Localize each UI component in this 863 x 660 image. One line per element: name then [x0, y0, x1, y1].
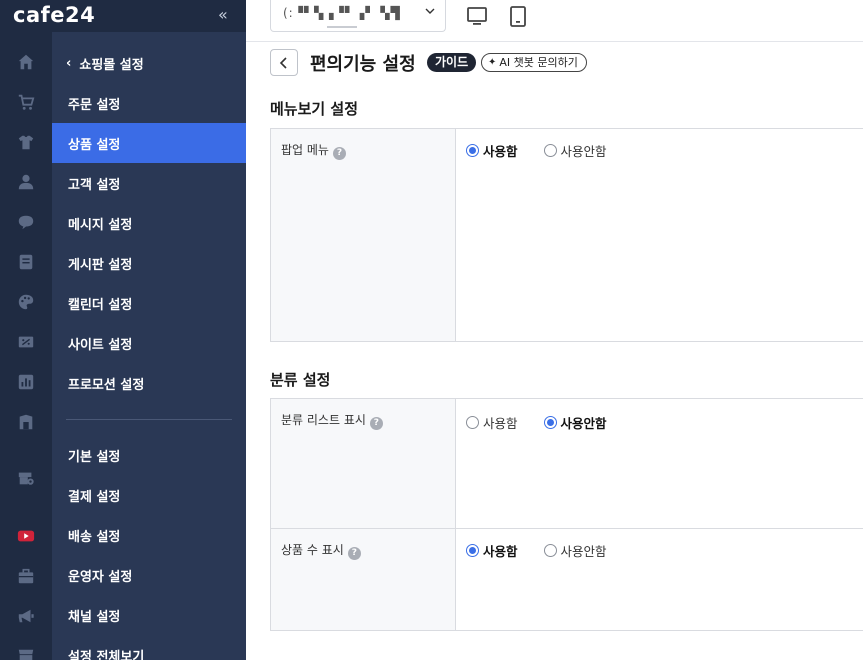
help-icon[interactable]: ?: [347, 547, 361, 560]
section-title-category: 분류 설정: [270, 371, 331, 389]
radio-label: 사용안함: [560, 144, 607, 159]
menu-item-order-settings[interactable]: 주문 설정: [52, 83, 246, 123]
menu-item-site-settings[interactable]: 사이트 설정: [52, 323, 246, 363]
settings-menu: ‹ 쇼핑몰 설정 주문 설정 상품 설정 고객 설정 메시지 설정 게시판 설정…: [52, 32, 246, 660]
menu-item-product-settings[interactable]: 상품 설정: [52, 123, 246, 163]
top-bar: (:▝▘▚▗▝▘▗▘ ▚▜: [246, 0, 863, 42]
chevron-left-icon: [279, 56, 287, 69]
radio-dot[interactable]: [466, 416, 479, 429]
user-icon[interactable]: [16, 172, 36, 192]
radio-not-use[interactable]: 사용안함: [543, 413, 607, 432]
menu-item-calendar-settings[interactable]: 캘린더 설정: [52, 283, 246, 323]
shirt-icon[interactable]: [16, 132, 36, 152]
desktop-icon[interactable]: [466, 5, 488, 27]
settings-table-menu-view: 팝업 메뉴? 사용함 사용안함: [270, 128, 863, 342]
radio-not-use[interactable]: 사용안함: [543, 541, 607, 560]
store-settings-icon[interactable]: [16, 468, 36, 488]
menu-item-basic-settings[interactable]: 기본 설정: [52, 435, 246, 475]
menu-item-shipping-settings[interactable]: 배송 설정: [52, 515, 246, 555]
bag-icon[interactable]: [16, 566, 36, 586]
double-chevron-left-icon[interactable]: «: [218, 5, 228, 24]
radio-use[interactable]: 사용함: [466, 541, 518, 560]
radio-dot[interactable]: [466, 144, 479, 157]
menu-item-board-settings[interactable]: 게시판 설정: [52, 243, 246, 283]
table-row: 팝업 메뉴? 사용함 사용안함: [271, 129, 863, 341]
radio-dot[interactable]: [543, 144, 557, 157]
radio-label: 사용안함: [560, 544, 607, 559]
row-options: 사용함 사용안함: [456, 399, 863, 528]
ai-chatbot-label: AI 챗봇 문의하기: [499, 56, 578, 69]
home-icon[interactable]: [16, 52, 36, 72]
chevron-down-icon: [425, 8, 435, 14]
table-row: 상품 수 표시? 사용함 사용안함: [271, 529, 863, 630]
row-label-product-count: 상품 수 표시?: [271, 529, 456, 630]
section-title-menu-view: 메뉴보기 설정: [270, 100, 359, 118]
row-options: 사용함 사용안함: [456, 129, 863, 341]
radio-label: 사용함: [483, 544, 518, 559]
menu-divider: [66, 419, 232, 420]
chat-icon[interactable]: [16, 212, 36, 232]
table-row: 분류 리스트 표시? 사용함 사용안함: [271, 399, 863, 529]
chevron-left-icon: ‹: [66, 55, 72, 71]
cart-icon[interactable]: [16, 92, 36, 112]
menu-item-channel-settings[interactable]: 채널 설정: [52, 595, 246, 635]
chart-icon[interactable]: [16, 372, 36, 392]
menu-item-all-settings[interactable]: 설정 전체보기: [52, 635, 246, 660]
row-label-popup-menu: 팝업 메뉴?: [271, 129, 456, 341]
icon-rail: [0, 0, 52, 660]
menu-item-payment-settings[interactable]: 결제 설정: [52, 475, 246, 515]
settings-table-category: 분류 리스트 표시? 사용함 사용안함 상품 수 표시? 사용함 사용안함: [270, 398, 863, 631]
help-icon[interactable]: ?: [332, 147, 346, 160]
row-label-text: 상품 수 표시: [281, 543, 344, 557]
radio-dot[interactable]: [543, 544, 557, 557]
radio-dot[interactable]: [543, 416, 557, 429]
back-button[interactable]: [270, 49, 298, 76]
promotion-icon[interactable]: [16, 332, 36, 352]
shop-icon[interactable]: [16, 412, 36, 432]
radio-label: 사용함: [483, 144, 518, 159]
store-icon[interactable]: [16, 646, 36, 660]
row-label-text: 팝업 메뉴: [281, 143, 329, 157]
menu-item-customer-settings[interactable]: 고객 설정: [52, 163, 246, 203]
ai-chatbot-button[interactable]: ✦ AI 챗봇 문의하기: [481, 53, 587, 72]
mobile-icon[interactable]: [507, 5, 529, 27]
palette-icon[interactable]: [16, 292, 36, 312]
help-icon[interactable]: ?: [369, 417, 383, 430]
radio-label: 사용함: [483, 416, 518, 431]
radio-not-use[interactable]: 사용안함: [543, 141, 607, 160]
radio-dot[interactable]: [466, 544, 479, 557]
brand-bar: cafe24 «: [0, 0, 246, 32]
page-title: 편의기능 설정: [310, 54, 416, 75]
menu-back-label: 쇼핑몰 설정: [79, 57, 144, 73]
row-label-text: 분류 리스트 표시: [281, 413, 366, 427]
board-icon[interactable]: [16, 252, 36, 272]
megaphone-icon[interactable]: [16, 606, 36, 626]
sparkle-icon: ✦: [488, 57, 497, 68]
row-label-category-list: 분류 리스트 표시?: [271, 399, 456, 528]
shop-selector-underline: [327, 26, 357, 28]
shop-selector[interactable]: (:▝▘▚▗▝▘▗▘ ▚▜: [270, 0, 446, 32]
shop-selector-value: (:▝▘▚▗▝▘▗▘ ▚▜: [283, 6, 401, 20]
youtube-icon[interactable]: [16, 526, 36, 546]
menu-back-shop-settings[interactable]: ‹ 쇼핑몰 설정: [52, 43, 246, 83]
radio-label: 사용안함: [560, 416, 607, 431]
radio-use[interactable]: 사용함: [466, 141, 518, 160]
menu-item-message-settings[interactable]: 메시지 설정: [52, 203, 246, 243]
menu-item-operator-settings[interactable]: 운영자 설정: [52, 555, 246, 595]
radio-use[interactable]: 사용함: [466, 413, 518, 432]
menu-item-promotion-settings[interactable]: 프로모션 설정: [52, 363, 246, 403]
guide-button[interactable]: 가이드: [427, 53, 477, 72]
logo[interactable]: cafe24: [13, 3, 95, 27]
row-options: 사용함 사용안함: [456, 529, 863, 630]
